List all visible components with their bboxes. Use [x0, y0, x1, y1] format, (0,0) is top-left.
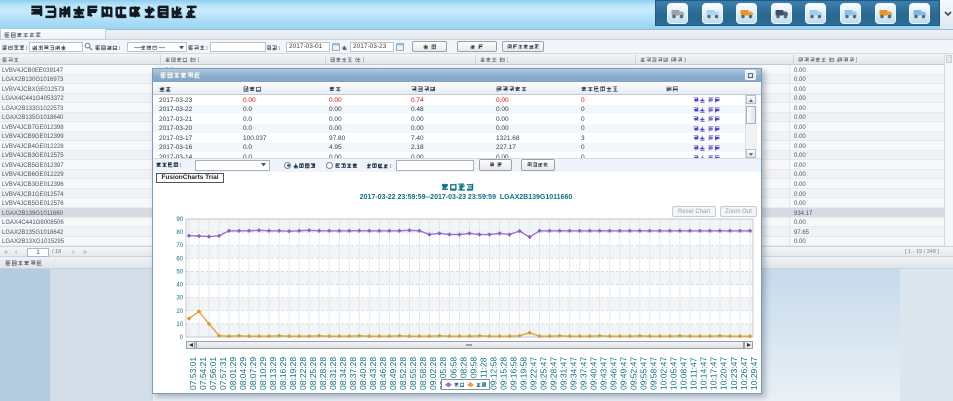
svg-text:08:40:28: 08:40:28 — [358, 357, 368, 390]
svg-text:09:22:47: 09:22:47 — [528, 357, 538, 390]
svg-text:07:56:01: 07:56:01 — [208, 357, 218, 390]
svg-text:10:11:47: 10:11:47 — [689, 357, 699, 390]
svg-text:20: 20 — [176, 309, 183, 315]
svg-text:09:31:47: 09:31:47 — [559, 357, 569, 390]
svg-text:09:15:28: 09:15:28 — [498, 357, 508, 390]
svg-text:10:17:47: 10:17:47 — [709, 357, 719, 390]
svg-text:07:57:31: 07:57:31 — [218, 357, 228, 390]
svg-text:09:25:47: 09:25:47 — [538, 357, 548, 390]
svg-text:08:49:28: 08:49:28 — [388, 357, 398, 390]
svg-text:40: 40 — [176, 283, 183, 289]
svg-text:08:13:29: 08:13:29 — [268, 357, 278, 390]
svg-text:09:43:47: 09:43:47 — [599, 357, 609, 390]
svg-text:10:14:47: 10:14:47 — [699, 357, 709, 390]
svg-text:10:23:47: 10:23:47 — [729, 357, 739, 390]
svg-text:90: 90 — [176, 217, 183, 223]
svg-text:08:04:29: 08:04:29 — [238, 357, 248, 390]
svg-text:50: 50 — [176, 269, 183, 275]
svg-text:08:31:28: 08:31:28 — [328, 357, 338, 390]
svg-text:08:58:28: 08:58:28 — [418, 357, 428, 390]
svg-text:09:52:47: 09:52:47 — [629, 357, 639, 390]
svg-text:09:02:28: 09:02:28 — [428, 357, 438, 390]
svg-text:70: 70 — [176, 243, 183, 249]
svg-text:09:40:47: 09:40:47 — [589, 357, 599, 390]
svg-text:30: 30 — [176, 296, 183, 302]
svg-text:09:34:47: 09:34:47 — [569, 357, 579, 390]
svg-text:09:55:47: 09:55:47 — [639, 357, 649, 390]
svg-text:10:02:47: 10:02:47 — [659, 357, 669, 390]
svg-text:08:19:28: 08:19:28 — [288, 357, 298, 390]
svg-text:07:54:21: 07:54:21 — [198, 357, 208, 390]
svg-text:08:10:29: 08:10:29 — [258, 357, 268, 390]
svg-text:10:29:47: 10:29:47 — [749, 357, 759, 390]
svg-text:09:49:47: 09:49:47 — [619, 357, 629, 390]
svg-text:09:37:47: 09:37:47 — [579, 357, 589, 390]
svg-text:08:43:28: 08:43:28 — [368, 357, 378, 390]
svg-text:08:16:29: 08:16:29 — [278, 357, 288, 390]
svg-text:08:28:28: 08:28:28 — [318, 357, 328, 390]
svg-text:08:22:28: 08:22:28 — [298, 357, 308, 390]
svg-text:09:46:47: 09:46:47 — [609, 357, 619, 390]
svg-text:09:19:58: 09:19:58 — [518, 357, 528, 390]
svg-text:10:26:47: 10:26:47 — [739, 357, 749, 390]
svg-text:10:20:47: 10:20:47 — [719, 357, 729, 390]
svg-text:08:52:28: 08:52:28 — [398, 357, 408, 390]
svg-text:08:07:29: 08:07:29 — [248, 357, 258, 390]
svg-text:08:34:28: 08:34:28 — [338, 357, 348, 390]
svg-text:80: 80 — [176, 230, 183, 236]
svg-text:08:25:28: 08:25:28 — [308, 357, 318, 390]
svg-text:08:46:28: 08:46:28 — [378, 357, 388, 390]
svg-text:60: 60 — [176, 256, 183, 262]
svg-text:10:05:47: 10:05:47 — [669, 357, 679, 390]
svg-text:10:08:47: 10:08:47 — [679, 357, 689, 390]
svg-text:0: 0 — [180, 335, 184, 341]
svg-text:09:16:58: 09:16:58 — [508, 357, 518, 390]
svg-text:08:01:29: 08:01:29 — [228, 357, 238, 390]
svg-text:09:28:47: 09:28:47 — [548, 357, 558, 390]
svg-text:09:58:47: 09:58:47 — [649, 357, 659, 390]
svg-text:08:37:28: 08:37:28 — [348, 357, 358, 390]
svg-text:08:55:28: 08:55:28 — [408, 357, 418, 390]
svg-text:07:53:01: 07:53:01 — [188, 357, 198, 390]
svg-text:10: 10 — [176, 322, 183, 328]
